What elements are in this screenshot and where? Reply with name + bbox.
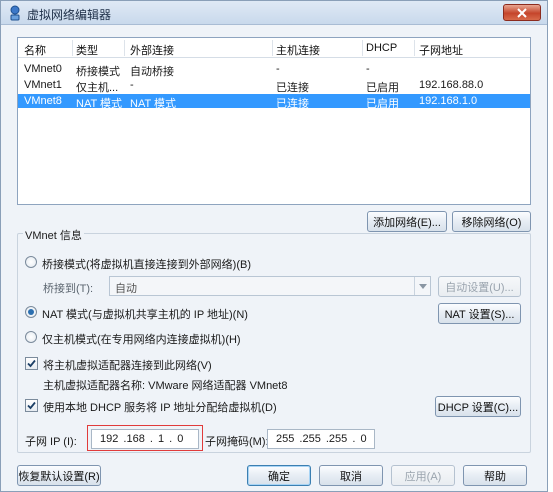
remove-network-button[interactable]: 移除网络(O) [452,211,531,232]
cell-type: 桥接模式 [76,66,120,78]
cell-external: 自动桥接 [130,66,174,78]
ok-button[interactable]: 确定 [247,465,311,486]
cell-name: VMnet8 [24,95,62,107]
host-only-radio[interactable] [25,331,37,343]
bridged-to-select[interactable]: 自动 [109,276,431,296]
network-app-icon [7,5,23,21]
network-list[interactable]: 名称 类型 外部连接 主机连接 DHCP 子网地址 VMnet0 桥接模式 自动… [17,37,531,205]
cell-type: NAT 模式 [76,98,123,110]
restore-defaults-button[interactable]: 恢复默认设置(R) [17,465,101,486]
cell-dhcp: 已启用 [366,98,399,110]
connect-adapter-checkbox[interactable] [25,357,38,370]
virtual-network-editor-window: 虚拟网络编辑器 名称 类型 外部连接 主机连接 DHCP 子网地址 VMnet0… [0,0,548,492]
window-title: 虚拟网络编辑器 [27,8,112,22]
nat-mode-radio[interactable] [25,306,37,318]
cell-dhcp: - [366,63,370,75]
cancel-button[interactable]: 取消 [319,465,383,486]
close-icon [517,7,527,18]
bridged-mode-label[interactable]: 桥接模式(将虚拟机直接连接到外部网络)(B) [42,256,251,272]
column-header-name[interactable]: 名称 [24,42,46,58]
dhcp-settings-button[interactable]: DHCP 设置(C)... [435,396,521,417]
vmnet-info-label: VMnet 信息 [23,227,84,243]
nat-settings-button[interactable]: NAT 设置(S)... [438,303,521,324]
apply-button[interactable]: 应用(A) [391,465,455,486]
close-button[interactable] [503,4,541,21]
cell-host: - [276,63,280,75]
cell-external: - [130,79,134,91]
connect-adapter-label[interactable]: 将主机虚拟适配器连接到此网络(V) [43,357,212,373]
cell-type: 仅主机... [76,82,119,94]
title-bar[interactable]: 虚拟网络编辑器 [1,1,547,25]
help-button[interactable]: 帮助 [463,465,527,486]
cell-subnet: 192.168.1.0 [419,95,478,107]
nat-mode-label[interactable]: NAT 模式(与虚拟机共享主机的 IP 地址)(N) [42,306,248,322]
checkmark-icon [27,359,36,368]
column-header-type[interactable]: 类型 [76,42,98,58]
add-network-button[interactable]: 添加网络(E)... [367,211,447,232]
column-header-host[interactable]: 主机连接 [276,42,320,58]
bridged-to-value: 自动 [115,283,137,295]
subnet-ip-highlight [87,425,203,451]
cell-external: NAT 模式 [130,98,177,110]
use-dhcp-label[interactable]: 使用本地 DHCP 服务将 IP 地址分配给虚拟机(D) [43,399,277,415]
bridged-to-label: 桥接到(T): [43,283,94,295]
bridged-mode-radio[interactable] [25,256,37,268]
checkmark-icon [27,401,36,410]
list-header: 名称 类型 外部连接 主机连接 DHCP 子网地址 [18,38,530,58]
auto-settings-button[interactable]: 自动设置(U)... [438,276,521,297]
cell-name: VMnet1 [24,79,62,91]
table-row-vmnet0[interactable]: VMnet0 桥接模式 自动桥接 - - [18,62,530,78]
cell-name: VMnet0 [24,63,62,75]
subnet-ip-label: 子网 IP (I): [25,436,77,448]
subnet-mask-label: 子网掩码(M): [205,436,269,448]
subnet-mask-input[interactable]: 255 .255 .255 . 0 [267,429,375,449]
column-header-subnet[interactable]: 子网地址 [419,42,463,58]
cell-dhcp: 已启用 [366,82,399,94]
host-only-label[interactable]: 仅主机模式(在专用网络内连接虚拟机)(H) [42,331,241,347]
cell-subnet: 192.168.88.0 [419,79,484,91]
cell-host: 已连接 [276,98,309,110]
use-dhcp-checkbox[interactable] [25,399,38,412]
dialog-button-bar: 恢复默认设置(R) 确定 取消 应用(A) 帮助 [1,459,547,491]
table-row-vmnet1[interactable]: VMnet1 仅主机... - 已连接 已启用 192.168.88.0 [18,78,530,94]
column-header-dhcp[interactable]: DHCP [366,42,397,54]
table-row-vmnet8[interactable]: VMnet8 NAT 模式 NAT 模式 已连接 已启用 192.168.1.0 [18,94,530,110]
cell-host: 已连接 [276,82,309,94]
column-header-external[interactable]: 外部连接 [130,42,174,58]
chevron-down-icon [414,277,430,295]
adapter-name-text: 主机虚拟适配器名称: VMware 网络适配器 VMnet8 [43,380,288,392]
